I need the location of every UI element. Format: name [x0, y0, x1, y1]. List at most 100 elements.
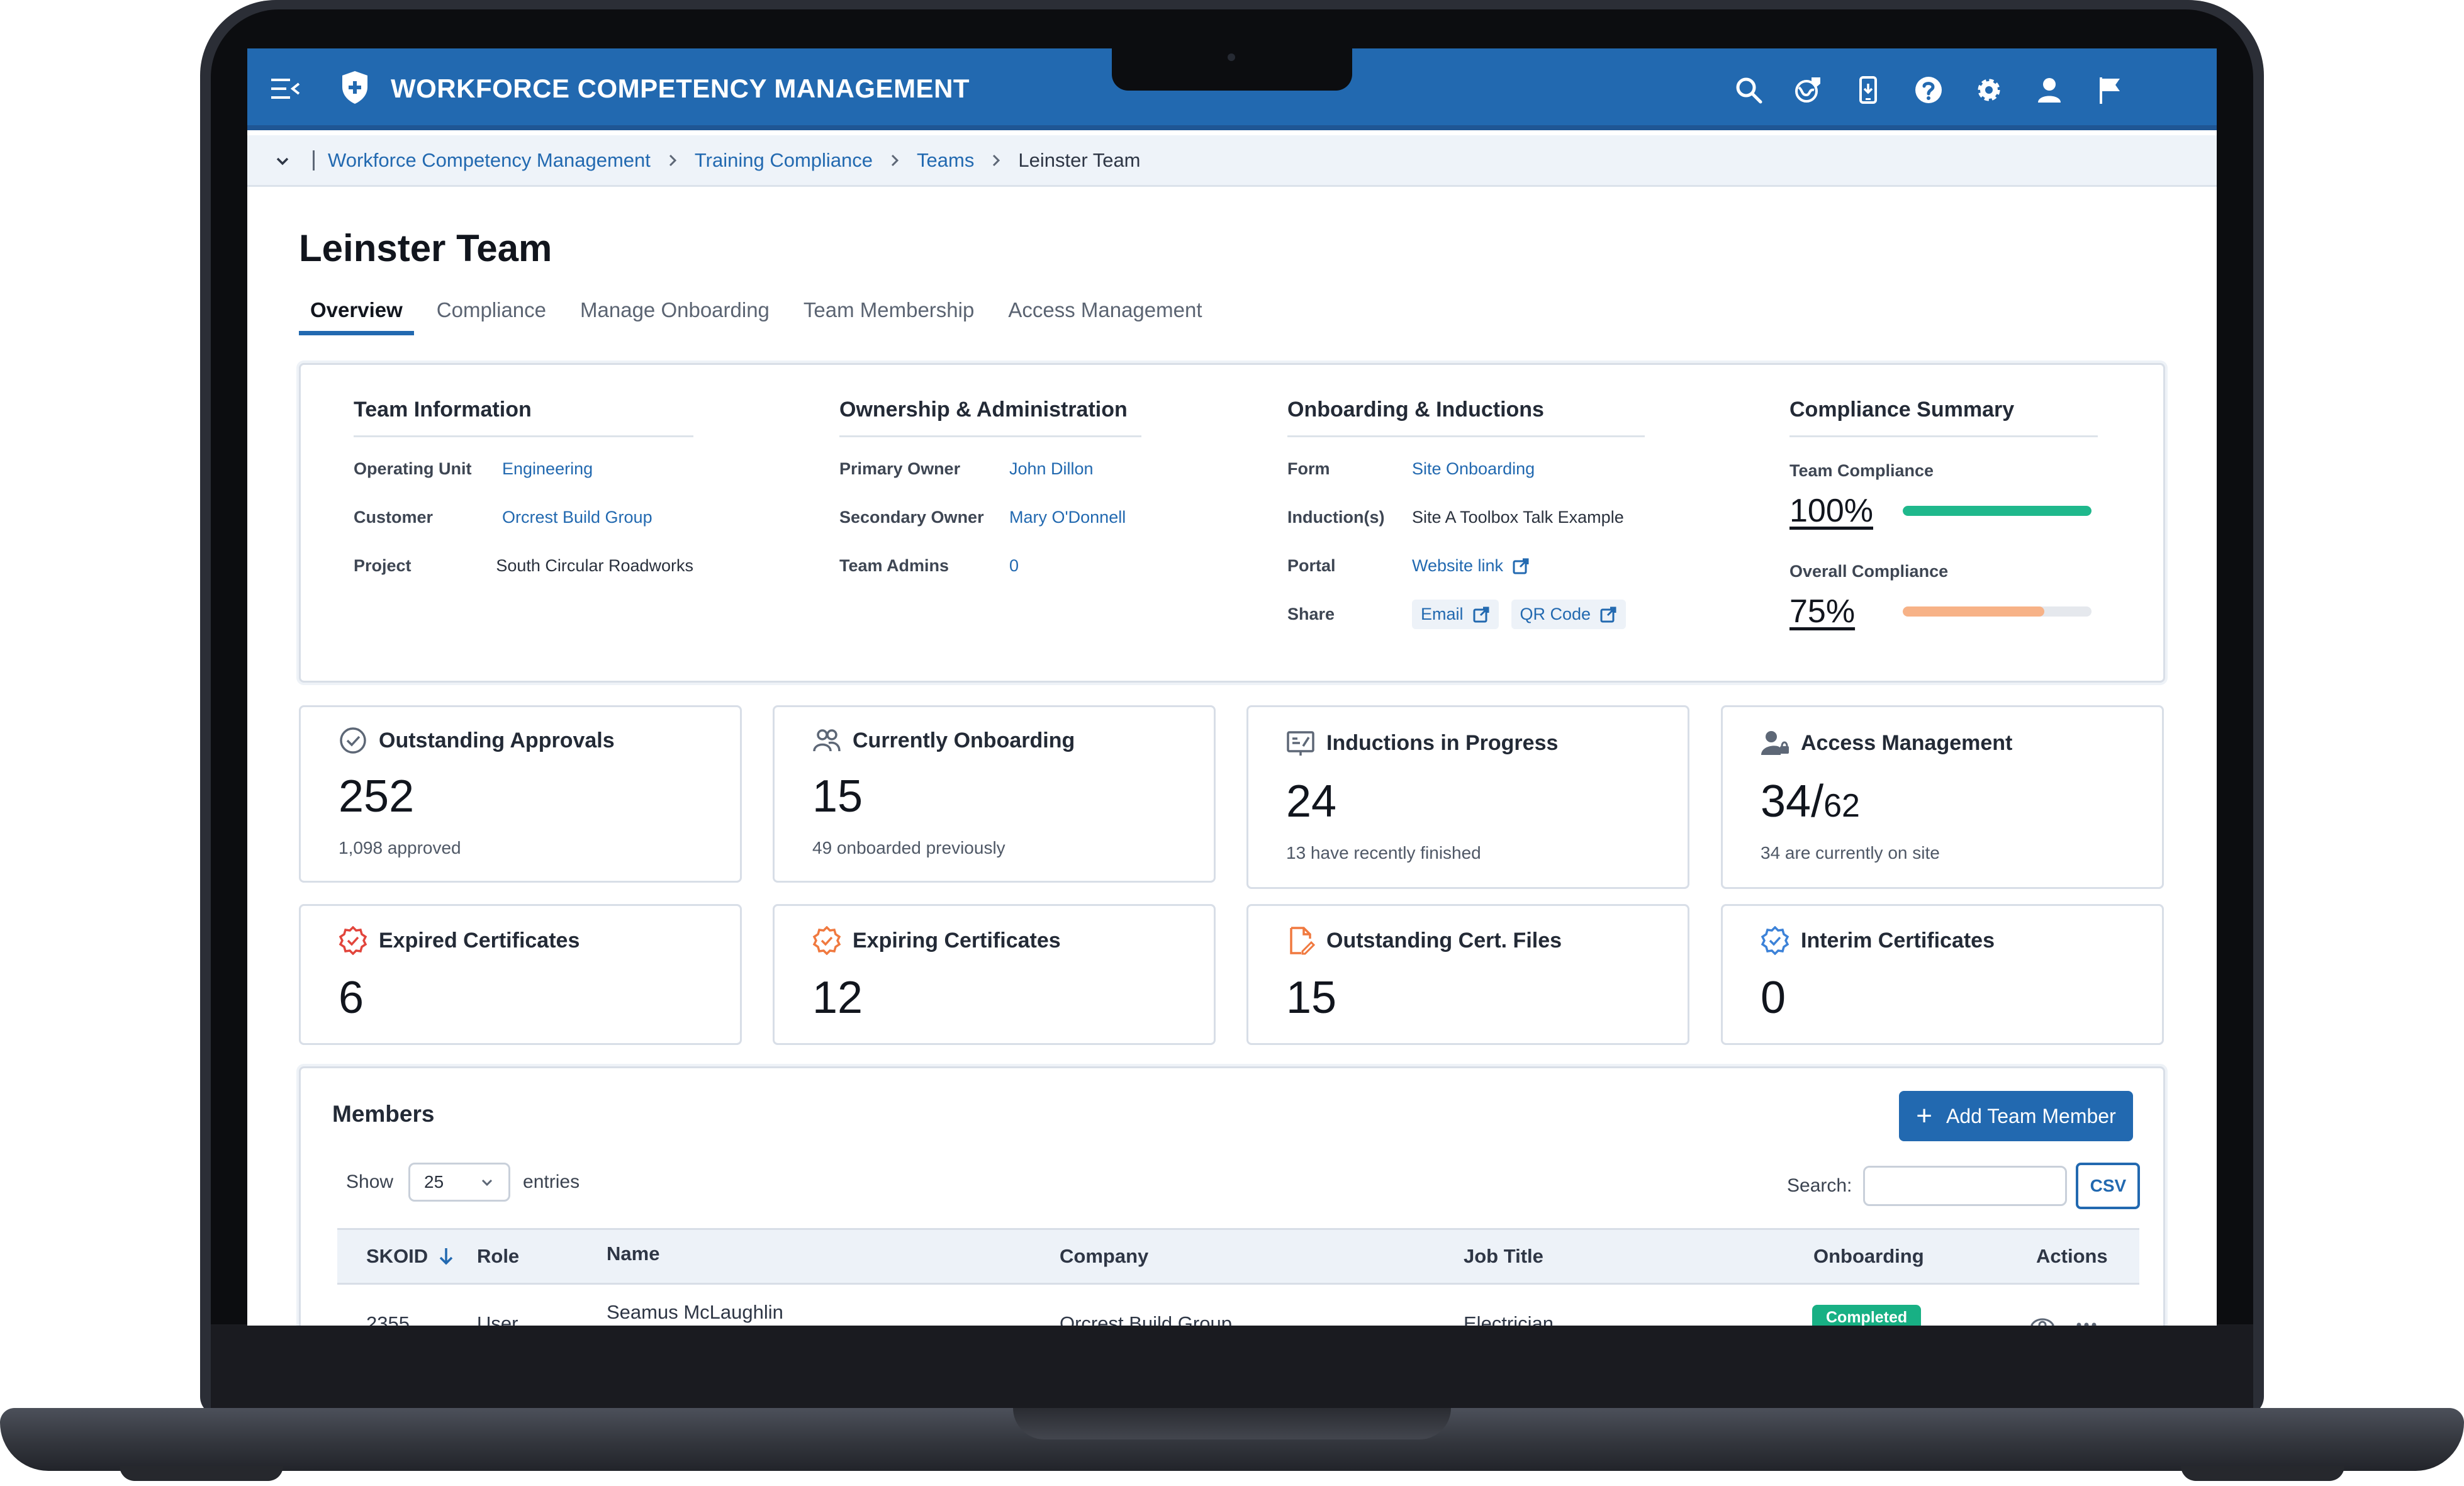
entries-value: 25: [424, 1172, 444, 1192]
secondary-owner-link[interactable]: Mary O'Donnell: [1009, 508, 1126, 527]
csv-export-button[interactable]: CSV: [2076, 1163, 2141, 1209]
table-search: Search: CSV: [1787, 1163, 2141, 1209]
chevron-right-icon: [891, 154, 899, 167]
stat-title: Outstanding Approvals: [379, 728, 615, 752]
stat-value: 6: [339, 973, 364, 1023]
stat-value: 12: [812, 973, 863, 1023]
chevron-down-icon[interactable]: [274, 152, 291, 170]
settings-gear-icon[interactable]: [1971, 72, 2007, 108]
overall-compliance-bar-fill: [1903, 606, 2044, 617]
shield-logo-icon: [342, 71, 367, 104]
stat-subtext: 13 have recently finished: [1286, 843, 1481, 863]
tab-access-management[interactable]: Access Management: [997, 293, 1213, 335]
info-row: Form Site Onboarding: [1287, 445, 1645, 493]
stat-value: 252: [339, 771, 415, 822]
members-card: Members + Add Team Member Show 25 entrie…: [299, 1066, 2165, 1326]
menu-collapse-icon[interactable]: [271, 76, 300, 101]
stat-header: Inductions in Progress: [1286, 729, 1558, 757]
external-link-icon: [1600, 606, 1616, 622]
onboarding-form-link[interactable]: Site Onboarding: [1412, 459, 1535, 479]
tab-team-membership[interactable]: Team Membership: [792, 293, 985, 335]
search-icon[interactable]: [1731, 72, 1766, 108]
search-label: Search:: [1787, 1175, 1852, 1196]
share-qr-code-button[interactable]: QR Code: [1511, 600, 1627, 629]
interim-certificates-card[interactable]: Interim Certificates 0: [1721, 904, 2164, 1045]
info-label: Form: [1287, 459, 1330, 478]
stat-header: Outstanding Cert. Files: [1286, 926, 1562, 955]
info-label: Project: [354, 556, 412, 575]
column-header-company[interactable]: Company: [1060, 1245, 1148, 1268]
eye-view-icon[interactable]: [2030, 1312, 2055, 1326]
portal-website-link[interactable]: Website link: [1412, 556, 1503, 576]
team-compliance-bar-fill: [1903, 506, 2092, 516]
primary-owner-link[interactable]: John Dillon: [1009, 459, 1094, 479]
currently-onboarding-card[interactable]: Currently Onboarding 15 49 onboarded pre…: [773, 705, 1216, 883]
app-screen: WORKFORCE COMPETENCY MANAGEMENT Workforc…: [247, 48, 2217, 1326]
operating-unit-link[interactable]: Engineering: [502, 459, 593, 479]
add-team-member-label: Add Team Member: [1946, 1104, 2116, 1127]
stat-title: Expired Certificates: [379, 928, 580, 952]
stat-subtext: 34 are currently on site: [1761, 843, 1940, 863]
expiring-certificates-card[interactable]: Expiring Certificates 12: [773, 904, 1216, 1045]
info-row: Induction(s) Site A Toolbox Talk Example: [1287, 493, 1645, 542]
help-icon[interactable]: [1911, 72, 1946, 108]
breadcrumb-link-wcm[interactable]: Workforce Competency Management: [328, 148, 651, 173]
share-email-button[interactable]: Email: [1412, 600, 1499, 629]
access-management-card[interactable]: Access Management 34/62 34 are currently…: [1721, 705, 2164, 889]
sort-descending-icon: [439, 1248, 453, 1265]
external-link-icon: [1473, 606, 1489, 622]
more-actions-icon[interactable]: [2074, 1312, 2099, 1326]
stat-title: Outstanding Cert. Files: [1326, 928, 1562, 952]
column-header-name[interactable]: Name: [607, 1243, 659, 1265]
team-overview-card: Team Information Operating Unit Engineer…: [299, 363, 2165, 683]
overall-compliance-value[interactable]: 75%: [1789, 593, 1903, 630]
outstanding-approvals-card[interactable]: Outstanding Approvals 252 1,098 approved: [299, 705, 742, 883]
section-title: Team Information: [354, 395, 693, 437]
file-edit-icon: [1290, 927, 1315, 955]
users-group-icon: [813, 729, 841, 752]
breadcrumb: Workforce Competency Management Training…: [247, 135, 2217, 187]
external-link-icon[interactable]: [1512, 557, 1530, 575]
tab-compliance[interactable]: Compliance: [425, 293, 557, 335]
globe-icon[interactable]: [1790, 72, 1825, 108]
column-header-skoid[interactable]: SKOID: [366, 1245, 457, 1268]
team-compliance-value[interactable]: 100%: [1789, 492, 1903, 530]
breadcrumb-link-training-compliance[interactable]: Training Compliance: [695, 148, 873, 173]
project-value: South Circular Roadworks: [496, 556, 693, 575]
access-current: 34/: [1761, 776, 1824, 827]
tab-manage-onboarding[interactable]: Manage Onboarding: [569, 293, 781, 335]
column-header-job-title[interactable]: Job Title: [1464, 1245, 1543, 1268]
expiring-badge-icon: [812, 926, 841, 955]
entries-select[interactable]: 25: [408, 1163, 511, 1202]
section-title: Compliance Summary: [1789, 395, 2098, 437]
stat-title: Expiring Certificates: [853, 928, 1061, 952]
info-row: Project South Circular Roadworks: [354, 542, 693, 590]
expired-certificates-card[interactable]: Expired Certificates 6: [299, 904, 742, 1045]
tab-overview[interactable]: Overview: [299, 293, 414, 335]
add-team-member-button[interactable]: + Add Team Member: [1899, 1091, 2133, 1141]
stat-value: 24: [1286, 776, 1337, 827]
cell-skoid: 2355: [366, 1312, 410, 1326]
access-total: 62: [1823, 788, 1860, 824]
laptop-foot-right: [2181, 1466, 2344, 1481]
column-header-role[interactable]: Role: [477, 1245, 519, 1268]
ownership-section: Ownership & Administration Primary Owner…: [839, 395, 1141, 590]
team-admins-link[interactable]: 0: [1009, 556, 1019, 576]
info-label: Secondary Owner: [839, 508, 984, 527]
stat-header: Interim Certificates: [1761, 926, 1995, 955]
flag-icon[interactable]: [2092, 72, 2127, 108]
column-header-onboarding[interactable]: Onboarding: [1813, 1245, 1924, 1268]
team-compliance-bar: [1903, 506, 2092, 516]
stat-value: 0: [1761, 973, 1786, 1023]
overall-compliance-label: Overall Compliance: [1789, 562, 1949, 581]
breadcrumb-link-teams[interactable]: Teams: [917, 148, 974, 173]
stat-subtext: 1,098 approved: [339, 838, 461, 858]
inductions-in-progress-card[interactable]: Inductions in Progress 24 13 have recent…: [1246, 705, 1689, 889]
app-title: WORKFORCE COMPETENCY MANAGEMENT: [391, 74, 970, 103]
members-title: Members: [332, 1101, 435, 1127]
user-icon[interactable]: [2032, 72, 2067, 108]
search-input[interactable]: [1863, 1166, 2068, 1206]
mobile-device-icon[interactable]: [1851, 72, 1886, 108]
customer-link[interactable]: Orcrest Build Group: [502, 508, 652, 527]
outstanding-cert-files-card[interactable]: Outstanding Cert. Files 15: [1246, 904, 1689, 1045]
